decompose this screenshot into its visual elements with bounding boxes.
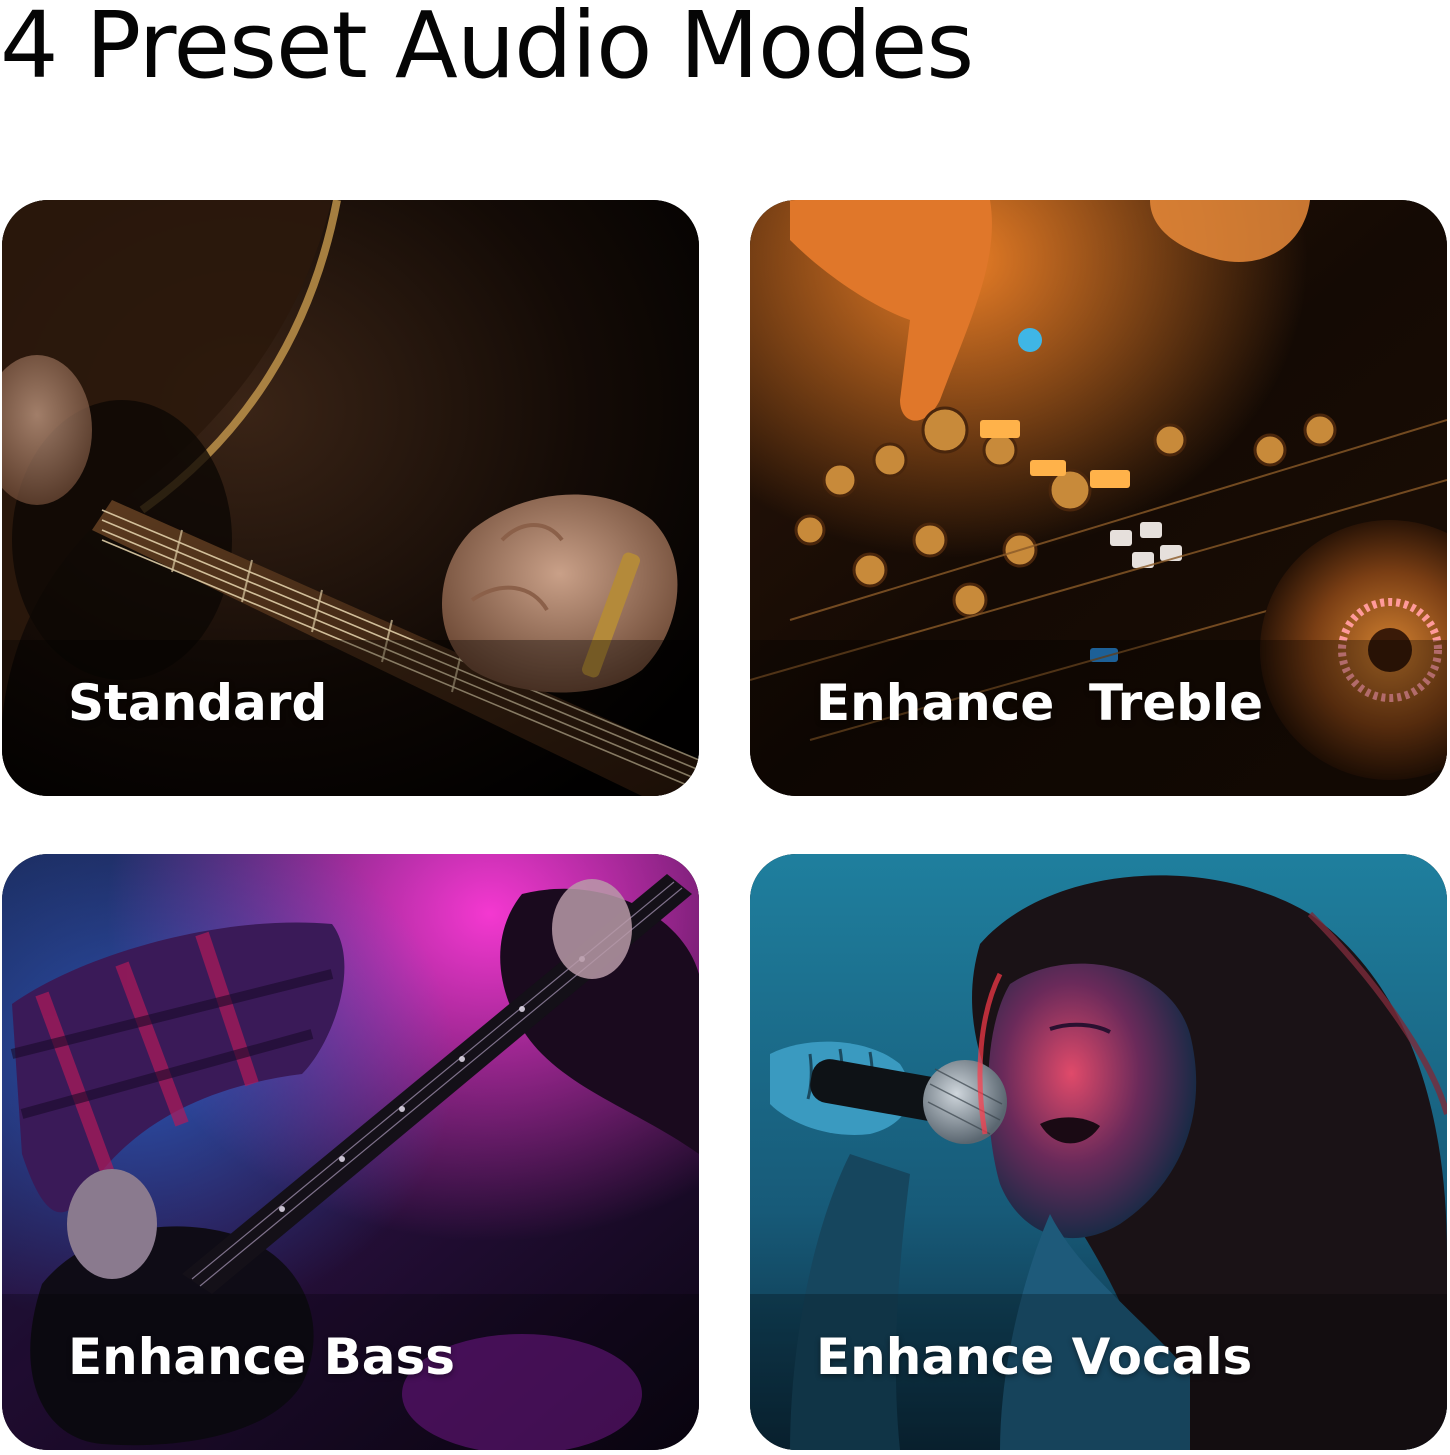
mode-label-standard: Standard bbox=[68, 674, 328, 732]
mode-label-enhance-vocals: Enhance Vocals bbox=[816, 1328, 1253, 1386]
mode-card-enhance-vocals[interactable]: Enhance Vocals bbox=[750, 854, 1447, 1450]
mode-label-enhance-bass: Enhance Bass bbox=[68, 1328, 456, 1386]
mode-card-enhance-bass[interactable]: Enhance Bass bbox=[2, 854, 699, 1450]
mode-card-enhance-treble[interactable]: Enhance Treble bbox=[750, 200, 1447, 796]
mode-card-standard[interactable]: Standard bbox=[2, 200, 699, 796]
page-title: 4 Preset Audio Modes bbox=[0, 0, 974, 99]
mode-label-enhance-treble: Enhance Treble bbox=[816, 674, 1264, 732]
